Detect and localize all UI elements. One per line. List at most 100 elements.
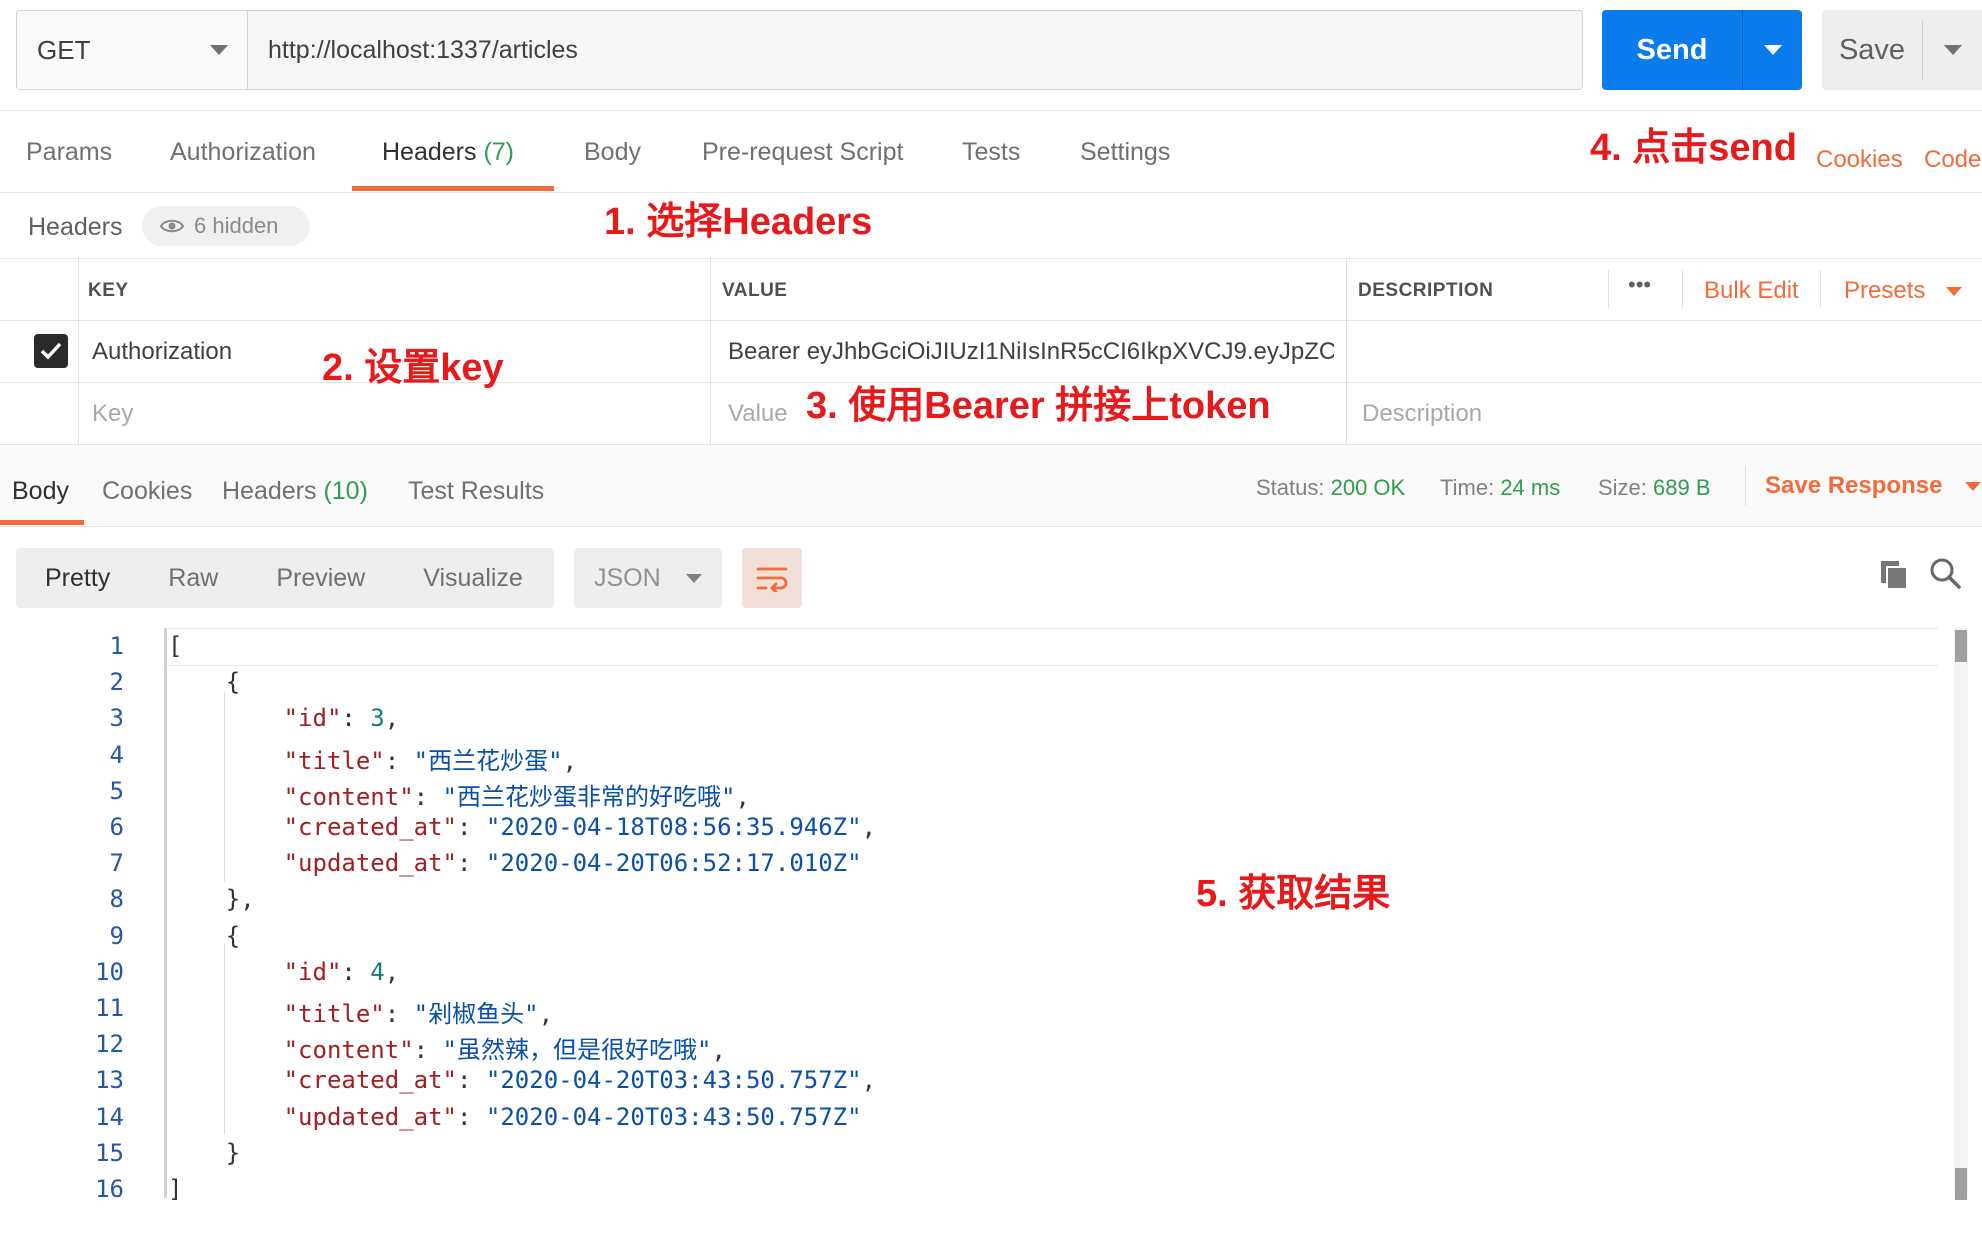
save-button[interactable]: Save [1822,10,1982,90]
tab-tests[interactable]: Tests [962,138,1020,167]
annotation-2: 2. 设置key [322,347,504,389]
json-string: "2020-04-18T08:56:35.946Z" [485,813,862,841]
column-value: VALUE [722,280,788,301]
json-punctuation: ] [168,1175,183,1203]
line-number: 14 [95,1102,124,1131]
new-description-input[interactable]: Description [1362,400,1482,428]
method-select[interactable]: GET [16,10,248,90]
new-key-input[interactable]: Key [92,400,133,428]
header-value-text: Bearer eyJhbGciOiJIUzI1NiIsInR5cCI6IkpXV… [728,338,1334,365]
time-readout: Time: 24 ms [1440,475,1560,501]
line-number: 16 [95,1175,124,1203]
save-response-dropdown[interactable]: Save Response [1765,472,1982,500]
editor-scrollbar[interactable] [1954,628,1968,1198]
line-number: 9 [109,921,124,950]
json-punctuation: : [456,813,486,841]
tab-authorization[interactable]: Authorization [170,138,316,167]
cookies-link[interactable]: Cookies [1816,146,1903,174]
send-button[interactable]: Send [1602,10,1802,90]
scrollbar-thumb[interactable] [1955,1168,1967,1200]
tab-headers[interactable]: Headers (7) [382,138,514,167]
time-label: Time: [1440,475,1495,500]
bulk-edit-link[interactable]: Bulk Edit [1704,277,1799,305]
chevron-down-icon [1965,482,1982,492]
line-number: 13 [95,1066,124,1095]
code-line: "updated_at": "2020-04-20T06:52:17.010Z" [168,849,862,877]
view-raw[interactable]: Raw [139,564,247,593]
code-line: { [168,922,240,950]
chevron-down-icon [1763,45,1782,55]
method-label: GET [37,34,91,65]
tab-settings[interactable]: Settings [1080,138,1170,167]
line-number: 4 [109,740,124,769]
column-divider [1682,270,1683,308]
line-number: 12 [95,1030,124,1059]
url-input[interactable]: http://localhost:1337/articles [247,10,1583,90]
format-select[interactable]: JSON [574,548,722,608]
response-tab-cookies[interactable]: Cookies [102,477,192,506]
code-link[interactable]: Code [1924,146,1981,174]
column-divider [78,258,79,444]
json-key: "title" [283,1000,385,1028]
save-options-button[interactable] [1923,45,1982,55]
json-punctuation [168,958,284,986]
line-number: 5 [109,776,124,805]
tab-params[interactable]: Params [26,138,112,167]
scrollbar-thumb[interactable] [1955,630,1967,662]
code-line: "id": 4, [168,957,400,986]
response-tab-test-results[interactable]: Test Results [408,477,544,506]
line-number: 7 [109,849,124,878]
wrap-lines-button[interactable] [742,548,802,608]
table-border [0,444,1982,445]
code-line: "title": "西兰花炒蛋", [168,741,577,776]
json-punctuation: : [341,957,371,986]
view-preview[interactable]: Preview [247,564,394,593]
code-line: "created_at": "2020-04-20T03:43:50.757Z"… [168,1066,876,1094]
tab-body[interactable]: Body [584,138,641,167]
copy-button[interactable] [1878,558,1910,595]
line-number: 2 [109,668,124,697]
presets-dropdown[interactable]: Presets [1844,277,1963,305]
divider [1745,466,1746,506]
tab-pre-request-script[interactable]: Pre-request Script [702,138,903,167]
json-punctuation: , [384,704,400,733]
header-value-cell[interactable]: Bearer eyJhbGciOiJIUzI1NiIsInR5cCI6IkpXV… [728,338,1334,366]
more-options-button[interactable]: ••• [1628,272,1651,298]
chevron-down-icon [1946,287,1963,297]
status-label: Status: [1256,475,1325,500]
line-number: 3 [109,704,124,733]
json-punctuation: : [456,1066,486,1095]
column-key: KEY [88,280,129,301]
code-line: } [168,1139,240,1167]
header-enabled-checkbox[interactable] [34,334,68,368]
response-tab-headers[interactable]: Headers (10) [222,477,368,506]
active-tab-indicator [0,520,84,525]
view-pretty[interactable]: Pretty [16,564,139,593]
new-value-input[interactable]: Value [728,400,788,428]
json-punctuation [168,783,284,811]
hidden-headers-toggle[interactable]: 6 hidden [142,206,310,246]
column-divider [1820,270,1821,308]
json-punctuation: [ [168,632,183,660]
json-string: "剁椒鱼头" [413,1000,539,1028]
code-line: "content": "西兰花炒蛋非常的好吃哦", [168,777,750,812]
header-key-cell[interactable]: Authorization [92,338,232,366]
json-number: 3 [370,704,385,733]
hidden-count: 6 hidden [194,213,279,238]
send-options-button[interactable] [1743,45,1802,55]
response-tab-body[interactable]: Body [12,477,69,506]
checkmark-icon [40,342,62,360]
json-key: "content" [283,1036,414,1065]
json-punctuation [168,747,284,775]
table-border [0,258,1982,259]
line-number: 6 [109,813,124,841]
json-key: "id" [283,704,342,733]
chevron-down-icon [1943,45,1962,55]
search-button[interactable] [1928,556,1962,595]
url-text: http://localhost:1337/articles [268,35,578,64]
time-value: 24 ms [1500,475,1561,500]
code-line: }, [168,885,255,913]
column-divider [1346,258,1347,444]
view-visualize[interactable]: Visualize [394,564,552,593]
json-punctuation [168,1066,284,1094]
